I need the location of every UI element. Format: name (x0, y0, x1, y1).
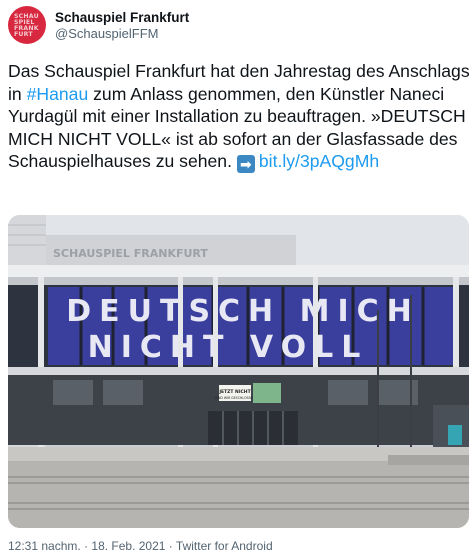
tweet-metadata: 12:31 nachm. · 18. Feb. 2021 · Twitter f… (8, 539, 273, 553)
door-sign-line1: JETZT NICHT (218, 389, 251, 395)
tweet-time[interactable]: 12:31 nachm. (8, 539, 81, 553)
meta-separator: · (80, 539, 92, 553)
author-handle[interactable]: @SchauspielFFM (55, 26, 189, 42)
tweet-source[interactable]: Twitter for Android (176, 539, 273, 553)
installation-line2: NICHT VOLL (88, 330, 369, 365)
installation-line1: DEUTSCH MICH (66, 294, 420, 329)
arrow-right-icon: ➡ (236, 155, 255, 173)
hashtag-link[interactable]: #Hanau (27, 84, 89, 104)
profile-avatar[interactable]: SCHAU SPIEL FRANK FURT (8, 6, 46, 44)
theater-facade-image: SCHAUSPIEL FRANKFURT DEUTSCH MICH NICHT … (8, 215, 469, 528)
avatar-logo-text: SCHAU SPIEL FRANK FURT (14, 13, 39, 38)
facade-lettering: SCHAUSPIEL FRANKFURT (53, 247, 208, 260)
door-sign-line2: SIND WIR GESCHLOSSEN (215, 396, 255, 400)
author-display-name[interactable]: Schauspiel Frankfurt (55, 9, 189, 26)
short-url-link[interactable]: bit.ly/3pAQgMh (259, 151, 379, 171)
meta-separator-2: · (165, 539, 176, 553)
tweet-text: Das Schauspiel Frankfurt hat den Jahrest… (8, 60, 470, 173)
author-names: Schauspiel Frankfurt @SchauspielFFM (55, 9, 189, 42)
tweet-header: SCHAU SPIEL FRANK FURT Schauspiel Frankf… (8, 5, 466, 45)
tweet-date[interactable]: 18. Feb. 2021 (91, 539, 165, 553)
tweet-photo[interactable]: SCHAUSPIEL FRANKFURT DEUTSCH MICH NICHT … (8, 215, 469, 528)
